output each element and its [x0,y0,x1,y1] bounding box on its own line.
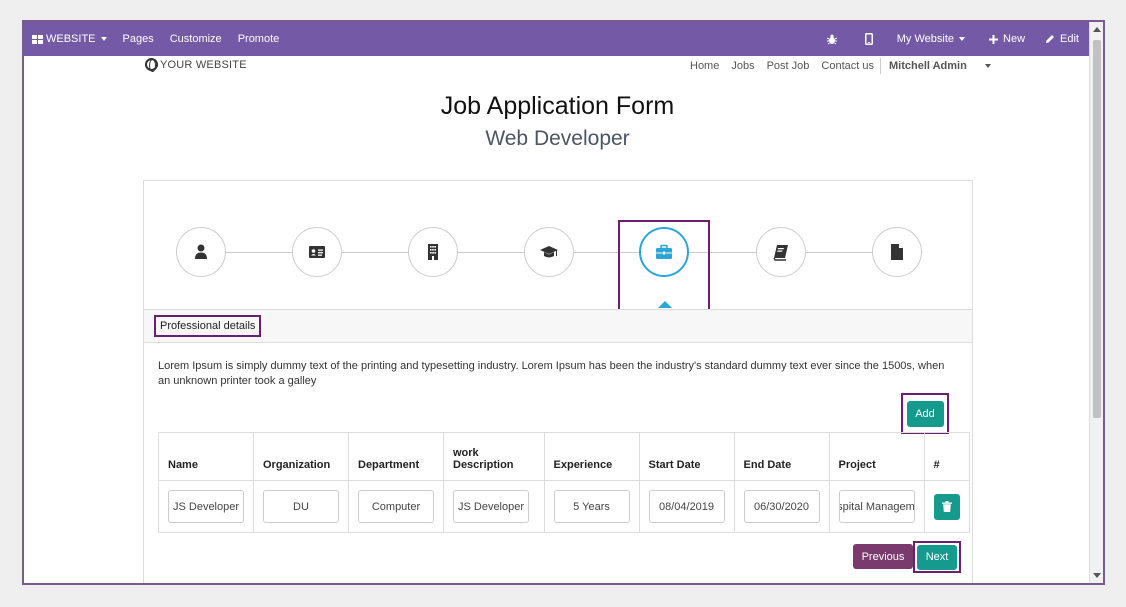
col-work-description: work Description [443,432,545,481]
col-project: Project [828,432,925,481]
cell-start-date: 08/04/2019 [638,480,735,533]
caret-down-icon [100,37,107,41]
active-step-pointer-icon [658,301,672,308]
col-name: Name [158,432,254,481]
browser-frame: WEBSITE Pages Customize Promote My Websi… [22,20,1105,585]
organization-input[interactable]: DU [263,490,339,523]
cell-work-description: JS Developer [443,480,545,533]
graduation-cap-icon [540,246,558,258]
website-menu[interactable]: WEBSITE [24,22,115,56]
cell-experience: 5 Years [543,480,640,533]
apps-grid-icon [32,34,43,44]
experience-table: Name Organization Department work Descri… [158,432,970,533]
page-subtitle: Web Developer [485,127,630,150]
cell-project: Hospital Management [828,480,925,533]
step-personal[interactable] [176,227,226,277]
delete-row-button[interactable] [933,493,960,520]
website-admin-bar: WEBSITE Pages Customize Promote My Websi… [24,22,1091,56]
mobile-preview-button[interactable] [851,22,887,56]
file-icon [891,244,903,260]
next-button[interactable]: Next [917,544,957,570]
pages-menu[interactable]: Pages [115,22,162,56]
start-date-input[interactable]: 08/04/2019 [648,490,725,523]
pencil-icon [1046,35,1055,43]
experience-input[interactable]: 5 Years [553,490,630,523]
name-input[interactable]: JS Developer [168,490,244,523]
edit-label: Edit [1060,33,1079,45]
nav-post-job[interactable]: Post Job [767,60,810,72]
cell-end-date: 06/30/2020 [733,480,830,533]
cell-name: JS Developer [158,480,254,533]
section-description: Lorem Ipsum is simply dummy text of the … [158,360,945,387]
caret-down-icon [959,37,966,41]
book-icon [773,245,788,261]
section-header: Professional details [144,309,972,343]
end-date-input[interactable]: 06/30/2020 [743,490,820,523]
nav-divider [880,58,881,74]
step-education[interactable] [524,227,574,277]
page-title: Job Application Form [440,92,675,120]
add-button-highlight: Add [901,393,949,434]
customize-menu[interactable]: Customize [162,22,230,56]
nav-jobs[interactable]: Jobs [731,60,754,72]
user-name: Mitchell Admin [889,60,967,72]
trash-icon [941,501,952,512]
department-input[interactable]: Computer [358,490,434,523]
page-scrollbar[interactable] [1089,22,1103,583]
scrollbar-thumb[interactable] [1093,40,1101,418]
building-icon [428,244,438,260]
col-actions: # [923,432,970,481]
step-identity[interactable] [292,227,342,277]
application-form-card: Professional details Lorem Ipsum is simp… [143,180,973,583]
new-button[interactable]: New [979,22,1035,56]
col-organization: Organization [253,432,349,481]
work-description-input[interactable]: JS Developer [453,490,529,523]
mobile-icon [864,33,873,45]
step-references[interactable] [756,227,806,277]
project-input[interactable]: Hospital Management [838,490,915,523]
nav-home[interactable]: Home [690,60,719,72]
cell-actions [923,480,970,533]
previous-button[interactable]: Previous [853,544,913,569]
col-experience: Experience [543,432,640,481]
nav-contact-us[interactable]: Contact us [821,60,874,72]
site-logo[interactable]: YOUR WEBSITE [145,58,247,72]
scroll-up-arrow-icon[interactable] [1093,27,1101,32]
table-row: JS Developer DU Computer JS Developer 5 … [158,480,970,533]
step-documents[interactable] [872,227,922,277]
step-wizard [144,181,972,317]
globe-icon [145,58,158,72]
promote-menu[interactable]: Promote [230,22,288,56]
col-end-date: End Date [733,432,830,481]
table-header-row: Name Organization Department work Descri… [158,432,970,481]
user-icon [195,244,207,259]
debug-button[interactable] [813,22,851,56]
cell-department: Computer [348,480,444,533]
add-button[interactable]: Add [906,400,944,427]
user-menu[interactable]: Mitchell Admin [889,60,1003,72]
next-button-highlight: Next [913,541,961,573]
caret-down-icon [984,64,991,68]
my-website-menu[interactable]: My Website [887,22,979,56]
new-label: New [1003,33,1026,45]
id-card-icon [309,246,325,258]
plus-icon [989,34,999,44]
bug-icon [826,34,837,44]
cell-organization: DU [253,480,349,533]
logo-text: YOUR WEBSITE [160,58,247,71]
col-start-date: Start Date [638,432,735,481]
col-department: Department [348,432,444,481]
scroll-down-arrow-icon[interactable] [1093,573,1101,578]
section-label: Professional details [154,315,262,337]
edit-button[interactable]: Edit [1035,22,1091,56]
my-website-label: My Website [896,33,955,45]
site-nav: Home Jobs Post Job Contact us Mitchell A… [690,58,1003,74]
website-menu-label: WEBSITE [46,33,96,45]
step-organization[interactable] [408,227,458,277]
